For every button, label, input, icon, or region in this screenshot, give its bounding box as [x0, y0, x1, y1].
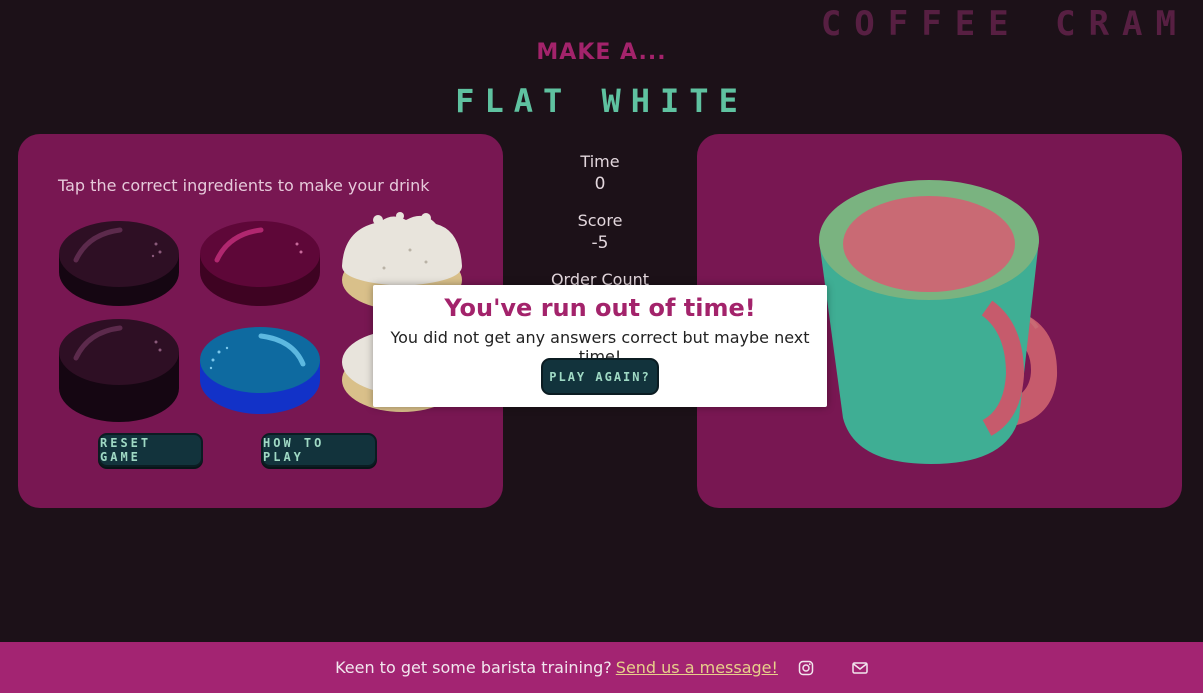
ingredient-coffee-grounds[interactable]: [58, 318, 180, 424]
how-to-play-button[interactable]: How to play: [261, 433, 377, 467]
play-again-button[interactable]: Play again?: [541, 358, 659, 395]
instruction-text: Tap the correct ingredients to make your…: [58, 176, 430, 195]
send-message-link[interactable]: Send us a message!: [616, 658, 778, 677]
instagram-icon[interactable]: [798, 660, 814, 676]
time-up-modal: You've run out of time! You did not get …: [373, 285, 827, 407]
mail-icon[interactable]: [852, 660, 868, 676]
score-value: -5: [591, 233, 609, 253]
footer-text: Keen to get some barista training?: [335, 658, 612, 677]
app-logo: COFFEE CRAM: [820, 4, 1189, 44]
footer: Keen to get some barista training? Send …: [0, 642, 1203, 693]
ingredient-syrup[interactable]: [199, 220, 321, 308]
drink-name: FLAT WHITE: [455, 82, 748, 120]
ingredient-coffee-beans-dark[interactable]: [58, 220, 180, 308]
stats-column: Time 0 Score -5 Order Count: [503, 152, 697, 292]
reset-game-button[interactable]: Reset Game: [98, 433, 203, 467]
ingredient-water[interactable]: [199, 326, 321, 416]
make-a-prompt: MAKE A...: [536, 40, 667, 65]
time-value: 0: [594, 174, 606, 194]
modal-title: You've run out of time!: [444, 294, 756, 322]
coffee-cup-illustration: [819, 180, 1058, 464]
score-label: Score: [577, 211, 623, 230]
time-label: Time: [580, 152, 620, 171]
